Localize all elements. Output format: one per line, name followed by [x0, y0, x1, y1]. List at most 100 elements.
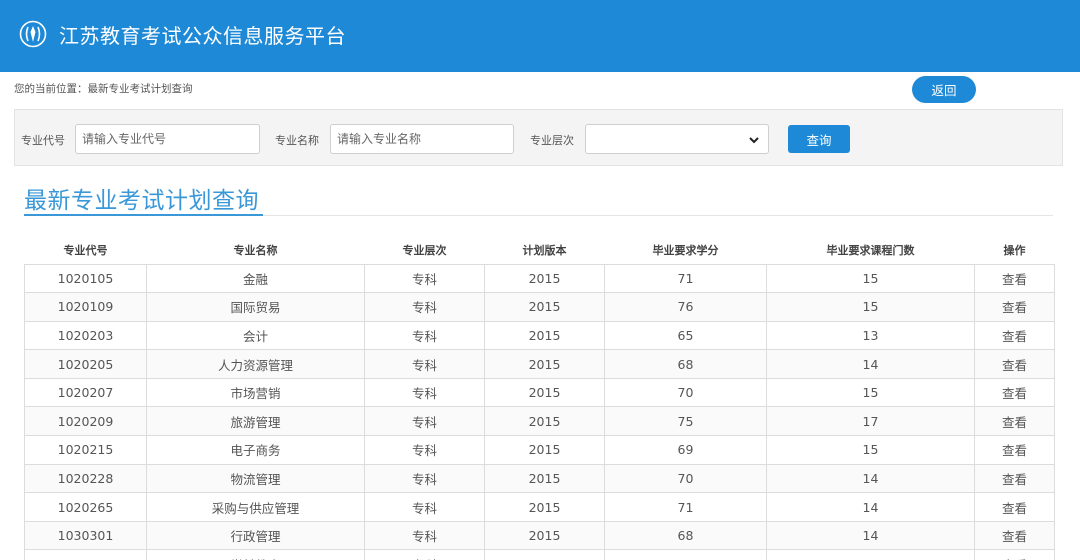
- cell-courses: 17: [766, 406, 975, 437]
- table-row: 1030301 行政管理 专科 2015 68 14 查看: [24, 520, 1055, 551]
- cell-credits: 75: [604, 406, 767, 437]
- back-button[interactable]: 返回: [912, 76, 976, 103]
- cell-code: 1030301: [24, 520, 147, 551]
- col-header-action: 操作: [974, 236, 1055, 265]
- level-select[interactable]: [585, 124, 769, 154]
- cell-version: 2015: [484, 406, 605, 437]
- cell-level: 专科: [364, 406, 485, 437]
- cell-level: 专科: [364, 349, 485, 379]
- table-row: 1040101 学前教育 专科 2015 61 16 查看: [24, 549, 1055, 560]
- view-link[interactable]: 查看: [974, 492, 1055, 522]
- cell-credits: 68: [604, 520, 767, 551]
- cell-name: 人力资源管理: [146, 349, 365, 379]
- cell-name: 学前教育: [146, 549, 365, 560]
- cell-code: 1040101: [24, 549, 147, 560]
- cell-courses: 15: [766, 292, 975, 322]
- cell-credits: 76: [604, 292, 767, 322]
- table-row: 1020215 电子商务 专科 2015 69 15 查看: [24, 435, 1055, 465]
- search-panel: 专业代号 专业名称 专业层次 查询: [14, 109, 1063, 166]
- cell-code: 1020215: [24, 435, 147, 465]
- view-link[interactable]: 查看: [974, 520, 1055, 551]
- chevron-down-icon: [748, 132, 760, 146]
- cell-level: 专科: [364, 492, 485, 522]
- table-row: 1020228 物流管理 专科 2015 70 14 查看: [24, 463, 1055, 494]
- cell-version: 2015: [484, 292, 605, 322]
- breadcrumb: 您的当前位置：最新专业考试计划查询: [14, 83, 193, 95]
- cell-courses: 14: [766, 349, 975, 379]
- cell-version: 2015: [484, 435, 605, 465]
- cell-courses: 15: [766, 435, 975, 465]
- cell-version: 2015: [484, 320, 605, 351]
- cell-code: 1020205: [24, 349, 147, 379]
- cell-code: 1020105: [24, 263, 147, 294]
- view-link[interactable]: 查看: [974, 435, 1055, 465]
- view-link[interactable]: 查看: [974, 263, 1055, 294]
- col-header-version: 计划版本: [484, 236, 605, 265]
- table-row: 1020105 金融 专科 2015 71 15 查看: [24, 263, 1055, 294]
- cell-credits: 71: [604, 492, 767, 522]
- view-link[interactable]: 查看: [974, 463, 1055, 494]
- table-header-row: 专业代号 专业名称 专业层次 计划版本 毕业要求学分 毕业要求课程门数 操作: [24, 236, 1055, 265]
- page-title: 最新专业考试计划查询: [24, 188, 259, 214]
- view-link[interactable]: 查看: [974, 292, 1055, 322]
- col-header-code: 专业代号: [24, 236, 147, 265]
- cell-level: 专科: [364, 263, 485, 294]
- education-emblem-icon[interactable]: [17, 18, 49, 50]
- cell-version: 2015: [484, 377, 605, 408]
- cell-name: 市场营销: [146, 377, 365, 408]
- cell-version: 2015: [484, 263, 605, 294]
- cell-level: 专科: [364, 549, 485, 560]
- level-label: 专业层次: [530, 134, 574, 147]
- cell-name: 电子商务: [146, 435, 365, 465]
- site-title[interactable]: 江苏教育考试公众信息服务平台: [59, 20, 346, 49]
- view-link[interactable]: 查看: [974, 377, 1055, 408]
- cell-level: 专科: [364, 463, 485, 494]
- cell-courses: 15: [766, 377, 975, 408]
- name-input[interactable]: [330, 124, 514, 154]
- cell-level: 专科: [364, 377, 485, 408]
- query-button[interactable]: 查询: [788, 125, 850, 153]
- view-link[interactable]: 查看: [974, 406, 1055, 437]
- cell-code: 1020209: [24, 406, 147, 437]
- cell-version: 2015: [484, 463, 605, 494]
- cell-version: 2015: [484, 549, 605, 560]
- view-link[interactable]: 查看: [974, 349, 1055, 379]
- col-header-level: 专业层次: [364, 236, 485, 265]
- cell-courses: 13: [766, 320, 975, 351]
- table-row: 1020205 人力资源管理 专科 2015 68 14 查看: [24, 349, 1055, 379]
- cell-courses: 14: [766, 463, 975, 494]
- view-link[interactable]: 查看: [974, 549, 1055, 560]
- table-row: 1020207 市场营销 专科 2015 70 15 查看: [24, 377, 1055, 408]
- table-row: 1020265 采购与供应管理 专科 2015 71 14 查看: [24, 492, 1055, 522]
- table-row: 1020203 会计 专科 2015 65 13 查看: [24, 320, 1055, 351]
- cell-credits: 70: [604, 463, 767, 494]
- cell-courses: 16: [766, 549, 975, 560]
- cell-credits: 71: [604, 263, 767, 294]
- cell-version: 2015: [484, 520, 605, 551]
- cell-courses: 15: [766, 263, 975, 294]
- col-header-courses: 毕业要求课程门数: [766, 236, 975, 265]
- cell-name: 金融: [146, 263, 365, 294]
- cell-level: 专科: [364, 320, 485, 351]
- cell-name: 行政管理: [146, 520, 365, 551]
- top-header: 江苏教育考试公众信息服务平台: [0, 0, 1080, 72]
- cell-level: 专科: [364, 520, 485, 551]
- code-label: 专业代号: [21, 134, 65, 147]
- plan-table: 专业代号 专业名称 专业层次 计划版本 毕业要求学分 毕业要求课程门数 操作 1…: [24, 236, 1055, 560]
- view-link[interactable]: 查看: [974, 320, 1055, 351]
- code-input[interactable]: [75, 124, 260, 154]
- cell-code: 1020265: [24, 492, 147, 522]
- cell-code: 1020109: [24, 292, 147, 322]
- title-underline: [24, 214, 263, 216]
- table-row: 1020109 国际贸易 专科 2015 76 15 查看: [24, 292, 1055, 322]
- cell-courses: 14: [766, 492, 975, 522]
- cell-name: 采购与供应管理: [146, 492, 365, 522]
- cell-version: 2015: [484, 492, 605, 522]
- breadcrumb-row: 您的当前位置：最新专业考试计划查询 返回: [0, 76, 1080, 104]
- table-row: 1020209 旅游管理 专科 2015 75 17 查看: [24, 406, 1055, 437]
- cell-code: 1020207: [24, 377, 147, 408]
- cell-name: 旅游管理: [146, 406, 365, 437]
- cell-credits: 69: [604, 435, 767, 465]
- col-header-name: 专业名称: [146, 236, 365, 265]
- cell-code: 1020228: [24, 463, 147, 494]
